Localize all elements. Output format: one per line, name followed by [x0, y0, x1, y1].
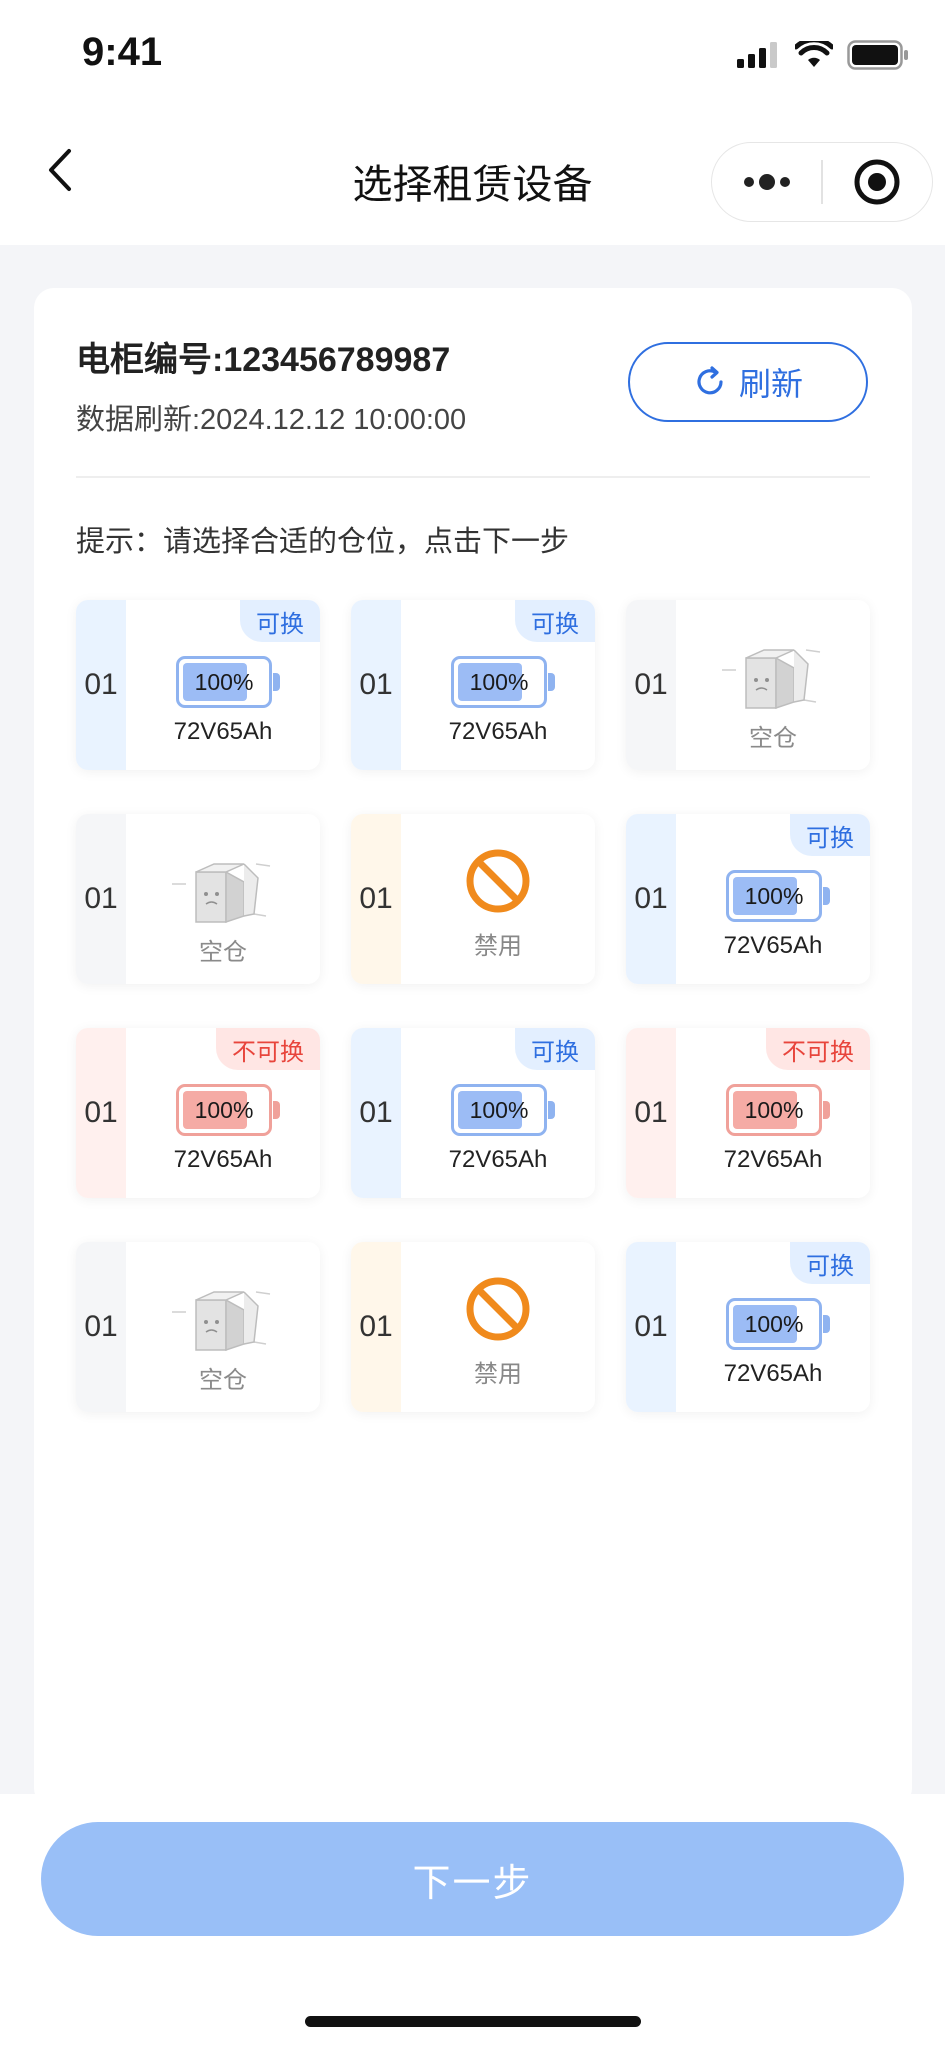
slot-card: 01 空仓	[626, 600, 870, 770]
bottom-bar: 下一步	[0, 1794, 945, 2048]
refresh-button[interactable]: 刷新	[628, 342, 868, 422]
slot-card: 01 100% 72V65Ah 不可换	[626, 1028, 870, 1198]
battery-model: 72V65Ah	[173, 1146, 273, 1173]
close-button[interactable]	[823, 143, 932, 221]
home-indicator	[305, 2016, 641, 2027]
battery-model: 72V65Ah	[448, 718, 548, 745]
slot-card[interactable]: 01 100% 72V65Ah 可换	[351, 600, 595, 770]
slot-status-tag: 不可换	[766, 1028, 870, 1070]
cabinet-number: 电柜编号:123456789987	[76, 341, 451, 379]
slot-content: 禁用	[401, 814, 595, 984]
empty-label: 空仓	[199, 939, 247, 966]
slot-card[interactable]: 01 100% 72V65Ah 可换	[351, 1028, 595, 1198]
battery-percent: 100%	[194, 668, 254, 695]
wifi-icon	[795, 41, 833, 67]
slot-status-tag: 可换	[515, 1028, 595, 1070]
slot-number: 01	[76, 1028, 126, 1198]
slot-card[interactable]: 01 100% 72V65Ah 可换	[626, 814, 870, 984]
battery-percent: 100%	[469, 1096, 529, 1123]
slot-number: 01	[626, 600, 676, 770]
battery-icon: 100%	[726, 1298, 830, 1350]
battery-percent: 100%	[744, 1310, 804, 1337]
slot-status-tag: 不可换	[216, 1028, 320, 1070]
disabled-label: 禁用	[474, 1361, 522, 1388]
mini-program-capsule	[711, 142, 933, 222]
slot-content: 空仓	[126, 1242, 320, 1412]
slot-card: 01 禁用	[351, 814, 595, 984]
battery-model: 72V65Ah	[173, 718, 273, 745]
tip-text: 提示：请选择合适的仓位，点击下一步	[76, 526, 570, 558]
battery-percent: 100%	[469, 668, 529, 695]
battery-model: 72V65Ah	[448, 1146, 548, 1173]
battery-percent: 100%	[194, 1096, 254, 1123]
slot-status-tag: 可换	[790, 1242, 870, 1284]
slot-card[interactable]: 01 100% 72V65Ah 可换	[626, 1242, 870, 1412]
battery-percent: 100%	[744, 882, 804, 909]
ban-icon	[465, 1276, 531, 1342]
slot-card: 01 禁用	[351, 1242, 595, 1412]
status-time: 9:41	[82, 30, 163, 74]
empty-label: 空仓	[199, 1367, 247, 1394]
battery-status-icon	[847, 40, 908, 70]
slot-card: 01 空仓	[76, 814, 320, 984]
slot-content: 空仓	[126, 814, 320, 984]
battery-model: 72V65Ah	[723, 1360, 823, 1387]
slot-number: 01	[76, 1242, 126, 1412]
nav-bar: 选择租赁设备	[0, 110, 945, 245]
battery-model: 72V65Ah	[723, 1146, 823, 1173]
slot-number: 01	[351, 600, 401, 770]
slot-status-tag: 可换	[790, 814, 870, 856]
ban-icon	[465, 848, 531, 914]
refresh-time: 数据刷新:2024.12.12 10:00:00	[76, 404, 467, 436]
status-icons	[737, 40, 909, 70]
battery-icon: 100%	[176, 656, 280, 708]
divider	[76, 476, 870, 478]
disabled-label: 禁用	[474, 933, 522, 960]
cabinet-card: 电柜编号:123456789987 数据刷新:2024.12.12 10:00:…	[34, 288, 912, 1808]
slot-card: 01 空仓	[76, 1242, 320, 1412]
more-dots-icon	[743, 174, 790, 190]
empty-box-icon	[166, 844, 276, 934]
battery-icon: 100%	[451, 1084, 555, 1136]
battery-icon: 100%	[726, 870, 830, 922]
battery-model: 72V65Ah	[723, 932, 823, 959]
slot-content: 禁用	[401, 1242, 595, 1412]
more-button[interactable]	[712, 143, 821, 221]
slot-number: 01	[76, 814, 126, 984]
next-step-button[interactable]: 下一步	[41, 1822, 904, 1936]
empty-box-icon	[716, 630, 826, 720]
refresh-label: 刷新	[738, 366, 803, 402]
slot-content: 空仓	[676, 600, 870, 770]
signal-icon	[737, 42, 777, 68]
empty-label: 空仓	[749, 725, 797, 752]
slot-number: 01	[351, 1242, 401, 1412]
slot-number: 01	[351, 814, 401, 984]
slot-status-tag: 可换	[515, 600, 595, 642]
battery-icon: 100%	[176, 1084, 280, 1136]
status-bar: 9:41	[0, 0, 945, 110]
battery-icon: 100%	[451, 656, 555, 708]
battery-icon: 100%	[726, 1084, 830, 1136]
slot-number: 01	[351, 1028, 401, 1198]
slot-card[interactable]: 01 100% 72V65Ah 可换	[76, 600, 320, 770]
slot-number: 01	[626, 1242, 676, 1412]
slot-status-tag: 可换	[240, 600, 320, 642]
battery-percent: 100%	[744, 1096, 804, 1123]
slot-number: 01	[76, 600, 126, 770]
slot-number: 01	[626, 814, 676, 984]
refresh-icon	[697, 366, 723, 395]
slot-card: 01 100% 72V65Ah 不可换	[76, 1028, 320, 1198]
empty-box-icon	[166, 1272, 276, 1362]
slot-number: 01	[626, 1028, 676, 1198]
target-circle-icon	[854, 159, 900, 205]
